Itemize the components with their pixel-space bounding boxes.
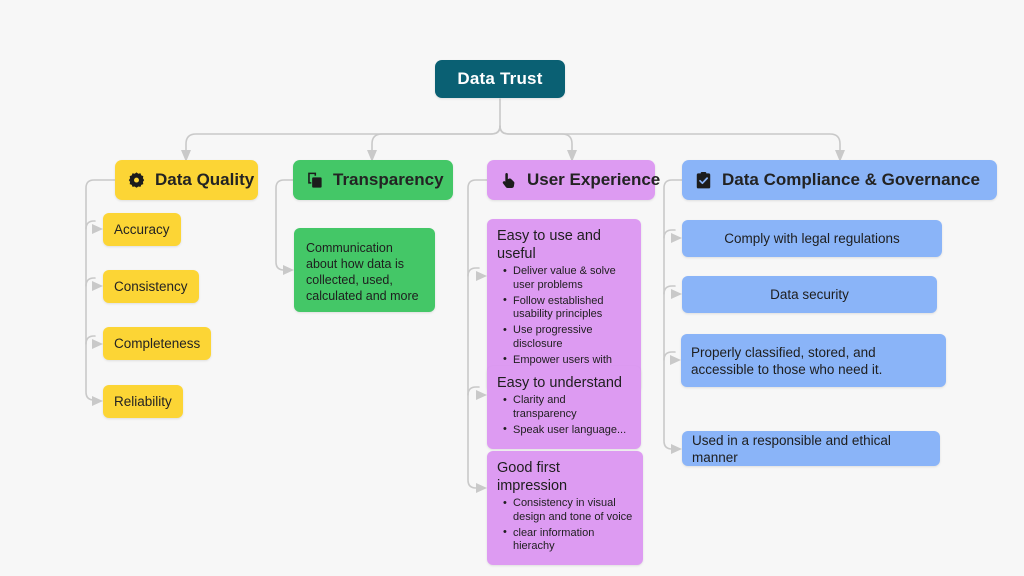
root-node-label: Data Trust — [457, 69, 543, 88]
branch-header-label: Data Quality — [155, 170, 255, 189]
list-item: Use progressive disclosure — [503, 324, 631, 351]
node-label: Consistency — [114, 279, 188, 294]
gear-icon — [128, 171, 145, 188]
card-bullet-list: Clarity and transparency Speak user lang… — [497, 394, 631, 437]
list-item: Consistency in visual design and tone of… — [503, 497, 633, 524]
node-label: Reliability — [114, 394, 172, 409]
root-node-data-trust[interactable]: Data Trust — [435, 60, 565, 98]
list-item: Speak user language... — [503, 423, 631, 438]
node-completeness[interactable]: Completeness — [103, 327, 212, 360]
node-used-responsible-ethical-manner[interactable]: Used in a responsible and ethical manner — [682, 431, 940, 466]
clipboard-check-icon — [696, 171, 711, 188]
node-easy-to-understand[interactable]: Easy to understand Clarity and transpare… — [487, 366, 641, 449]
node-data-security[interactable]: Data security — [682, 276, 937, 313]
node-label: Data security — [770, 287, 849, 302]
branch-header-label: Data Compliance & Governance — [722, 170, 980, 189]
mindmap-canvas: Data Trust Data Quality Accuracy Consist… — [0, 0, 1024, 576]
node-reliability[interactable]: Reliability — [103, 385, 183, 418]
pointing-hand-icon — [500, 172, 515, 188]
card-title: Easy to use and useful — [497, 228, 601, 262]
card-bullet-list: Consistency in visual design and tone of… — [497, 497, 633, 554]
card-title: Easy to understand — [497, 375, 622, 391]
node-consistency[interactable]: Consistency — [103, 270, 199, 303]
branch-header-data-quality[interactable]: Data Quality — [115, 160, 258, 200]
list-item: Clarity and transparency — [503, 394, 631, 421]
node-label: Completeness — [114, 336, 201, 351]
branch-header-label: User Experience — [527, 170, 661, 189]
node-label: Accuracy — [114, 222, 170, 237]
branch-header-transparency[interactable]: Transparency — [293, 160, 453, 200]
list-item: Follow established usability principles — [503, 294, 631, 322]
branch-header-user-experience[interactable]: User Experience — [487, 160, 660, 200]
node-comply-with-legal-regulations[interactable]: Comply with legal regulations — [682, 220, 942, 257]
node-label: Used in a responsible and ethical manner — [692, 432, 891, 465]
node-good-first-impression[interactable]: Good first impression Consistency in vis… — [487, 451, 643, 565]
node-label: Communication about how data is collecte… — [306, 241, 419, 303]
node-transparency-communication[interactable]: Communication about how data is collecte… — [294, 228, 435, 312]
list-item: clear information hierachy — [503, 526, 633, 554]
node-properly-classified-stored-accessible[interactable]: Properly classified, stored, and accessi… — [681, 334, 946, 387]
card-title: Good first impression — [497, 460, 568, 494]
card-bullet-list: Deliver value & solve user problems Foll… — [497, 265, 631, 381]
copy-layers-icon — [308, 172, 322, 188]
node-accuracy[interactable]: Accuracy — [103, 213, 181, 246]
node-label: Comply with legal regulations — [724, 231, 900, 246]
list-item: Deliver value & solve user problems — [503, 265, 631, 292]
node-label: Properly classified, stored, and accessi… — [691, 344, 883, 377]
branch-header-data-compliance-governance[interactable]: Data Compliance & Governance — [682, 160, 997, 200]
branch-header-label: Transparency — [333, 170, 444, 189]
